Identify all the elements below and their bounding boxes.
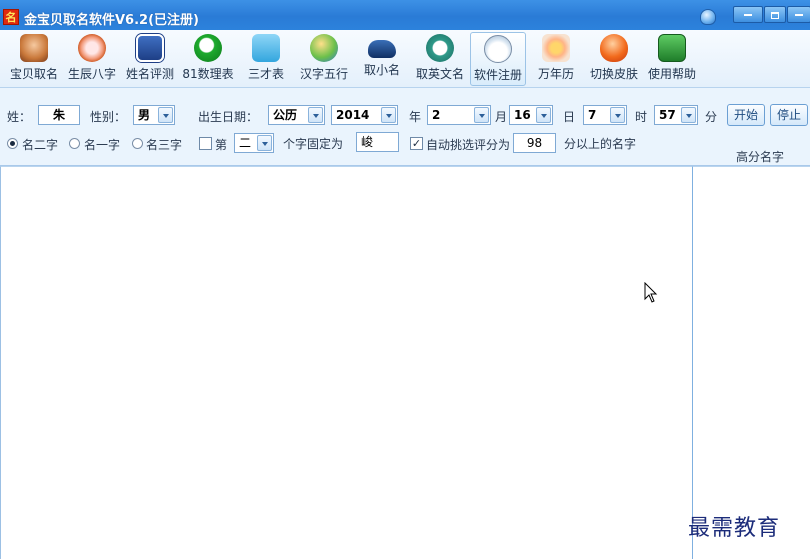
toolbar-english-name[interactable]: 取英文名 [412, 32, 468, 86]
auto-select-label: 自动挑选评分为 [426, 138, 511, 152]
radio-two-char[interactable] [7, 138, 18, 149]
fixed-position-value: 二 [239, 136, 252, 150]
app-logo-icon: 名 [3, 9, 19, 25]
watermark-text: 最需教育 [688, 516, 781, 541]
radio-two-char-label: 名二字 [22, 138, 59, 152]
hour-select[interactable]: 7 [583, 105, 627, 125]
reddit-icon [484, 35, 512, 63]
maximize-icon [771, 11, 779, 19]
auto-select-checkbox[interactable]: ✓ [410, 137, 423, 150]
results-panel[interactable] [0, 166, 693, 559]
toolbar-switch-skin[interactable]: 切换皮肤 [586, 32, 642, 86]
year-unit: 年 [409, 110, 422, 124]
close-icon [795, 14, 803, 16]
gender-select[interactable]: 男 [133, 105, 175, 125]
minimize-icon [744, 14, 752, 16]
start-button[interactable]: 开始 [727, 104, 765, 126]
surname-input[interactable]: 朱 [38, 105, 80, 125]
people-icon [310, 34, 338, 62]
year-value: 2014 [336, 108, 370, 122]
radio-one-char-label: 名一字 [84, 138, 121, 152]
toolbar-birth-chart[interactable]: 生辰八字 [64, 32, 120, 86]
gender-label: 性别： [90, 110, 127, 124]
skin-icon[interactable] [700, 9, 716, 25]
chevron-down-icon[interactable] [158, 107, 173, 123]
baby-icon [20, 34, 48, 62]
month-value: 2 [432, 108, 441, 122]
toolbar-five-elements[interactable]: 汉字五行 [296, 32, 352, 86]
chevron-down-icon[interactable] [381, 107, 396, 123]
fixed-char-checkbox[interactable] [199, 137, 212, 150]
hour-unit: 时 [635, 110, 648, 124]
maximize-button[interactable] [764, 6, 786, 23]
toolbar-baby-naming[interactable]: 宝贝取名 [6, 32, 62, 86]
heart-icon [600, 34, 628, 62]
birth-date-label: 出生日期： [198, 110, 259, 124]
score-suffix-label: 分以上的名字 [564, 137, 637, 151]
high-score-names-header: 高分名字 [736, 150, 785, 164]
chevron-down-icon[interactable] [474, 107, 489, 123]
bird-icon [252, 34, 280, 62]
flower-icon [542, 34, 570, 62]
main-toolbar: 宝贝取名 生辰八字 姓名评测 81数理表 三才表 汉字五行 取小名 取英文名 软… [0, 30, 810, 88]
score-input[interactable]: 98 [513, 133, 556, 153]
high-score-names-panel[interactable] [693, 166, 810, 559]
toolbar-81-table[interactable]: 81数理表 [180, 32, 236, 86]
minute-select[interactable]: 57 [654, 105, 698, 125]
toolbar-register[interactable]: 软件注册 [470, 32, 526, 86]
day-unit: 日 [563, 110, 576, 124]
day-value: 16 [514, 108, 531, 122]
car-icon [368, 40, 396, 58]
minimize-button[interactable] [733, 6, 763, 23]
toolbar-three-talents[interactable]: 三才表 [238, 32, 294, 86]
chevron-down-icon[interactable] [681, 107, 696, 123]
toolbar-name-test[interactable]: 姓名评测 [122, 32, 178, 86]
stumbleupon-icon [426, 34, 454, 62]
green-bubble-icon [194, 34, 222, 62]
radio-three-char-label: 名三字 [146, 138, 183, 152]
minute-value: 57 [659, 108, 676, 122]
toolbar-nickname[interactable]: 取小名 [354, 32, 410, 86]
magnifier-heart-icon [78, 34, 106, 62]
title-bar: 名 金宝贝取名软件V6.2(已注册) [0, 0, 810, 30]
day-select[interactable]: 16 [509, 105, 553, 125]
chevron-down-icon[interactable] [610, 107, 625, 123]
toolbar-calendar[interactable]: 万年历 [528, 32, 584, 86]
fixed-char-input[interactable]: 峻 [356, 132, 399, 152]
hour-value: 7 [588, 108, 597, 122]
window-title: 金宝贝取名软件V6.2(已注册) [24, 13, 199, 28]
toolbar-help[interactable]: 使用帮助 [644, 32, 700, 86]
radio-three-char[interactable] [132, 138, 143, 149]
gender-value: 男 [138, 108, 151, 122]
chevron-down-icon[interactable] [308, 107, 323, 123]
calendar-type-value: 公历 [273, 108, 298, 122]
minute-unit: 分 [705, 110, 718, 124]
year-select[interactable]: 2014 [331, 105, 398, 125]
stop-button[interactable]: 停止 [770, 104, 808, 126]
chat-icon [136, 34, 164, 62]
month-unit: 月 [495, 110, 508, 124]
month-select[interactable]: 2 [427, 105, 491, 125]
fixed-mid-label: 个字固定为 [283, 137, 344, 151]
calendar-type-select[interactable]: 公历 [268, 105, 325, 125]
help-book-icon [658, 34, 686, 62]
chevron-down-icon[interactable] [257, 135, 272, 151]
chevron-down-icon[interactable] [536, 107, 551, 123]
surname-label: 姓： [7, 110, 32, 124]
form-controls: 姓： 朱 性别： 男 出生日期： 公历 2014 年 2 月 16 日 7 时 … [0, 88, 810, 166]
radio-one-char[interactable] [69, 138, 80, 149]
mouse-cursor-icon [644, 282, 658, 303]
fixed-prefix-label: 第 [215, 138, 228, 152]
fixed-position-select[interactable]: 二 [234, 133, 274, 153]
close-button[interactable] [787, 6, 810, 23]
